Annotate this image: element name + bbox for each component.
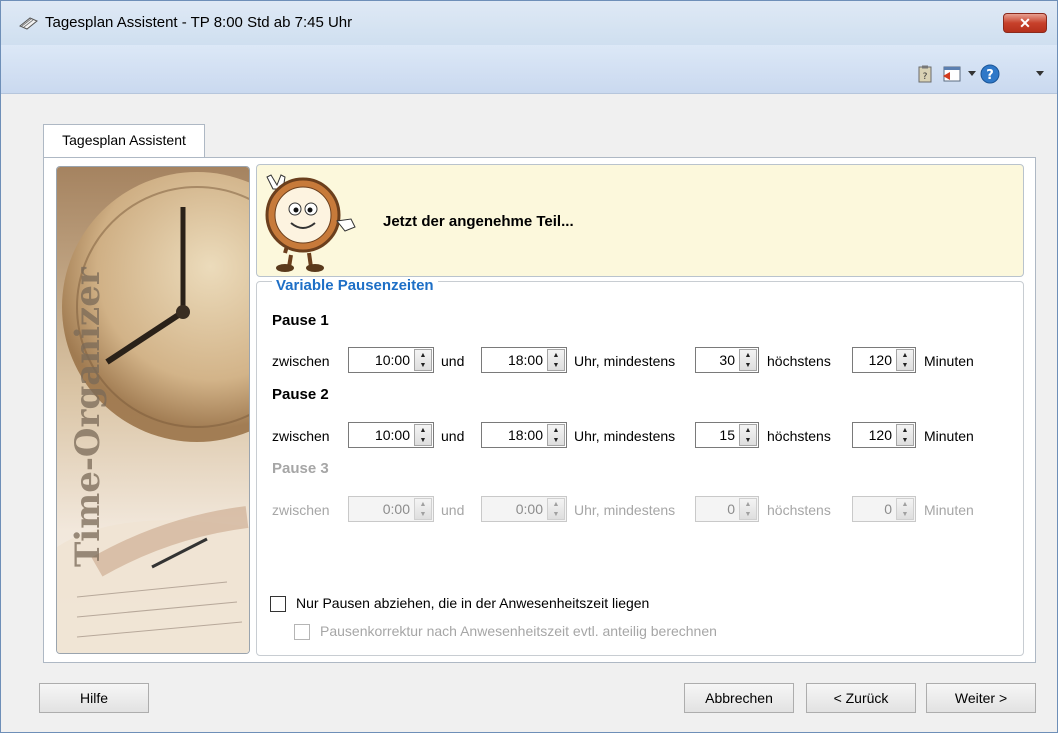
header-banner: Jetzt der angenehme Teil...: [256, 164, 1024, 277]
svg-text:?: ?: [923, 72, 928, 82]
title-bar: Tagesplan Assistent - TP 8:00 Std ab 7:4…: [1, 1, 1057, 45]
pause-1-from-value: 10:00: [374, 352, 410, 368]
pause-1-und-label: und: [441, 353, 465, 369]
help-button[interactable]: Hilfe: [39, 683, 149, 713]
notebook-pen-icon: [19, 17, 38, 30]
header-title: Jetzt der angenehme Teil...: [383, 213, 574, 230]
proportional-label[interactable]: Pausenkorrektur nach Anwesenheitszeit ev…: [320, 623, 717, 639]
spinner-arrows-icon[interactable]: ▲ ▼: [896, 424, 914, 446]
pause-2-from-spinner[interactable]: 10:00 ▲ ▼: [348, 422, 434, 448]
svg-text:?: ?: [986, 68, 994, 83]
pause-3-from-spinner[interactable]: 0:00 ▲ ▼: [348, 496, 434, 522]
spinner-arrows-icon[interactable]: ▲ ▼: [414, 498, 432, 520]
pause-1-min-value: 30: [719, 352, 735, 368]
pause-3-to-spinner[interactable]: 0:00 ▲ ▼: [481, 496, 567, 522]
pause-1-min-spinner[interactable]: 30 ▲ ▼: [695, 347, 759, 373]
spinner-arrows-icon[interactable]: ▲ ▼: [739, 349, 757, 371]
pause-1-minuten-label: Minuten: [924, 353, 974, 369]
pause-2-from-value: 10:00: [374, 427, 410, 443]
chevron-down-icon[interactable]: [968, 71, 976, 77]
proportional-checkbox[interactable]: [294, 624, 310, 640]
pause-1-to-value: 18:00: [507, 352, 543, 368]
pause-1-max-spinner[interactable]: 120 ▲ ▼: [852, 347, 916, 373]
pause-3-minuten-label: Minuten: [924, 502, 974, 518]
wizard-window: Tagesplan Assistent - TP 8:00 Std ab 7:4…: [0, 0, 1058, 733]
time-organizer-image: Time-Organizer: [56, 166, 250, 654]
section-title: Variable Pausenzeiten: [272, 277, 438, 294]
close-icon: ✕: [1019, 15, 1031, 31]
help-icon[interactable]: ?: [980, 64, 1000, 84]
back-button[interactable]: < Zurück: [806, 683, 916, 713]
window-title: Tagesplan Assistent - TP 8:00 Std ab 7:4…: [45, 14, 353, 31]
pause-1-hoechstens-label: höchstens: [767, 353, 831, 369]
pause-2-min-spinner[interactable]: 15 ▲ ▼: [695, 422, 759, 448]
chevron-down-icon[interactable]: [1036, 71, 1044, 77]
next-button[interactable]: Weiter >: [926, 683, 1036, 713]
pause-2-minuten-label: Minuten: [924, 428, 974, 444]
pause-2-to-value: 18:00: [507, 427, 543, 443]
pause-3-zwischen-label: zwischen: [272, 502, 330, 518]
tab-panel: Time-Organizer Jetzt der angenehme Teil.…: [43, 157, 1036, 663]
pause-1-uhr-mindestens-label: Uhr, mindestens: [574, 353, 676, 369]
toolbar: ? ?: [1, 45, 1057, 94]
only-presence-label[interactable]: Nur Pausen abziehen, die in der Anwesenh…: [296, 595, 649, 611]
pause-2-hoechstens-label: höchstens: [767, 428, 831, 444]
pause-3-max-spinner[interactable]: 0 ▲ ▼: [852, 496, 916, 522]
pause-2-uhr-mindestens-label: Uhr, mindestens: [574, 428, 676, 444]
spinner-arrows-icon[interactable]: ▲ ▼: [896, 349, 914, 371]
cancel-button[interactable]: Abbrechen: [684, 683, 794, 713]
spinner-arrows-icon[interactable]: ▲ ▼: [739, 424, 757, 446]
spinner-arrows-icon[interactable]: ▲ ▼: [547, 498, 565, 520]
spinner-arrows-icon[interactable]: ▲ ▼: [547, 424, 565, 446]
pause-1-to-spinner[interactable]: 18:00 ▲ ▼: [481, 347, 567, 373]
pause-2-max-spinner[interactable]: 120 ▲ ▼: [852, 422, 916, 448]
tab-tagesplan-assistent[interactable]: Tagesplan Assistent: [43, 124, 205, 158]
spinner-arrows-icon[interactable]: ▲ ▼: [547, 349, 565, 371]
pause-3-label: Pause 3: [272, 460, 329, 477]
pause-2-min-value: 15: [719, 427, 735, 443]
side-image-text: Time-Organizer: [68, 266, 108, 567]
pause-2-zwischen-label: zwischen: [272, 428, 330, 444]
pause-3-from-value: 0:00: [382, 501, 410, 517]
clipboard-icon[interactable]: ?: [918, 65, 932, 83]
spinner-arrows-icon[interactable]: ▲ ▼: [739, 498, 757, 520]
pause-1-zwischen-label: zwischen: [272, 353, 330, 369]
only-presence-checkbox[interactable]: [270, 596, 286, 612]
content-area: Tagesplan Assistent Time-Organizer Jetzt…: [1, 94, 1057, 732]
spinner-arrows-icon[interactable]: ▲ ▼: [414, 424, 432, 446]
pause-2-max-value: 120: [868, 427, 892, 443]
pause-3-hoechstens-label: höchstens: [767, 502, 831, 518]
pause-3-min-spinner[interactable]: 0 ▲ ▼: [695, 496, 759, 522]
spinner-arrows-icon[interactable]: ▲ ▼: [414, 349, 432, 371]
pause-3-to-value: 0:00: [515, 501, 543, 517]
pause-1-from-spinner[interactable]: 10:00 ▲ ▼: [348, 347, 434, 373]
pause-2-label: Pause 2: [272, 386, 329, 403]
pause-3-und-label: und: [441, 502, 465, 518]
window-exit-icon[interactable]: [941, 65, 963, 83]
pause-2-to-spinner[interactable]: 18:00 ▲ ▼: [481, 422, 567, 448]
pause-2-und-label: und: [441, 428, 465, 444]
pause-3-max-value: 0: [884, 501, 892, 517]
spinner-arrows-icon[interactable]: ▲ ▼: [896, 498, 914, 520]
clock-mascot-icon: [265, 174, 356, 272]
pause-3-min-value: 0: [727, 501, 735, 517]
pause-1-label: Pause 1: [272, 312, 329, 329]
clock-decor-graphic: Time-Organizer: [57, 167, 249, 653]
pause-3-uhr-mindestens-label: Uhr, mindestens: [574, 502, 676, 518]
pause-1-max-value: 120: [868, 352, 892, 368]
close-button[interactable]: ✕: [1003, 13, 1047, 33]
